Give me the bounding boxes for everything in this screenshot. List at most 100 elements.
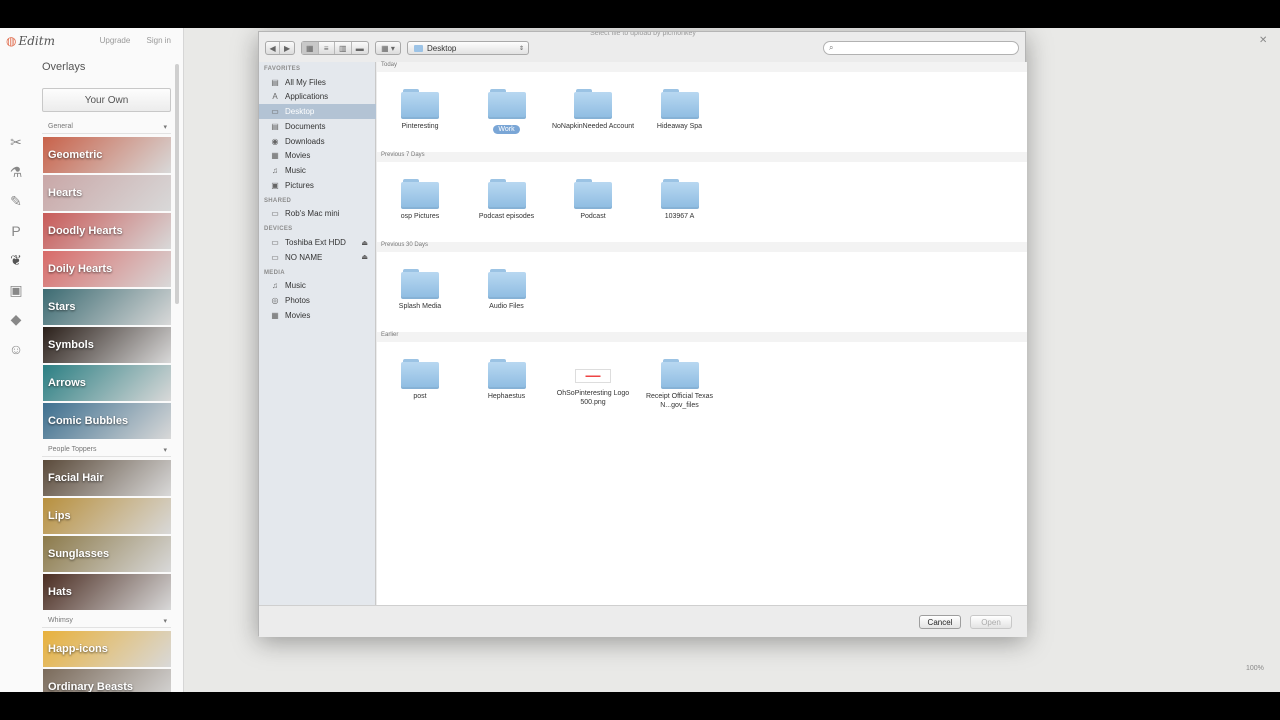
close-icon[interactable]: ✕ bbox=[1259, 35, 1267, 46]
coverflow-view-icon[interactable]: ▬ bbox=[352, 42, 368, 54]
search-field[interactable]: ⌕ bbox=[823, 41, 1019, 55]
location-label: Desktop bbox=[427, 43, 457, 53]
overlay-label: Facial Hair bbox=[48, 472, 104, 484]
sidebar-item-movies[interactable]: ▦ Movies bbox=[259, 308, 376, 323]
overlay-tile-doily-hearts[interactable]: Doily Hearts bbox=[43, 251, 171, 287]
textures-tool-icon[interactable]: ◆ bbox=[0, 305, 32, 335]
overlay-label: Doodly Hearts bbox=[48, 225, 123, 237]
file-item-work[interactable]: Work bbox=[464, 89, 550, 134]
arrange-grid-icon[interactable]: ▦ ▾ bbox=[376, 42, 400, 54]
file-item-hephaestus[interactable]: Hephaestus bbox=[464, 359, 550, 401]
folder-icon bbox=[660, 359, 699, 389]
sidebar-item-no-name[interactable]: ▭ NO NAME ⏏ bbox=[259, 250, 376, 265]
overlay-tile-sunglasses[interactable]: Sunglasses bbox=[43, 536, 171, 572]
sidebar-item-movies[interactable]: ▦ Movies bbox=[259, 149, 376, 164]
crop-tool-icon[interactable]: ✂ bbox=[0, 128, 32, 158]
file-item-audio-files[interactable]: Audio Files bbox=[464, 269, 550, 311]
sidebar-section-header: MEDIA bbox=[264, 269, 285, 276]
overlay-label: Happ-icons bbox=[48, 643, 108, 655]
app-logo[interactable]: ◍ Editm bbox=[6, 34, 55, 48]
scroll-thumb[interactable] bbox=[175, 64, 179, 304]
forward-arrow-icon[interactable]: ▶ bbox=[280, 42, 294, 54]
frames-tool-icon[interactable]: ▣ bbox=[0, 276, 32, 306]
sidebar-item-label: Applications bbox=[285, 92, 329, 102]
touchup-tool-icon[interactable]: ✎ bbox=[0, 187, 32, 217]
chevron-down-icon: ▾ bbox=[163, 123, 167, 131]
file-item-podcast[interactable]: Podcast bbox=[550, 179, 636, 221]
open-button[interactable]: Open bbox=[970, 615, 1012, 629]
sidebar-item-label: Music bbox=[285, 281, 306, 291]
sidebar-item-music[interactable]: ♫ Music bbox=[259, 279, 376, 294]
your-own-button[interactable]: Your Own bbox=[42, 88, 171, 112]
themes-tool-icon[interactable]: ☺ bbox=[0, 335, 32, 365]
category-general[interactable]: General ▾ bbox=[42, 120, 171, 134]
file-item-osp-pictures[interactable]: osp Pictures bbox=[377, 179, 463, 221]
overlay-scrollbar[interactable] bbox=[174, 64, 180, 686]
zoom-level: 100% bbox=[1246, 665, 1264, 672]
file-item-pinteresting[interactable]: Pinteresting bbox=[377, 89, 463, 131]
category-whimsy[interactable]: Whimsy ▾ bbox=[42, 614, 171, 628]
overlay-tile-doodly-hearts[interactable]: Doodly Hearts bbox=[43, 213, 171, 249]
file-item-ohsopinteresting-logo-500-png[interactable]: ▬▬▬ OhSoPinteresting Logo 500.png bbox=[550, 359, 636, 407]
file-item-nonapkinneeded-account[interactable]: NoNapkinNeeded Account bbox=[550, 89, 636, 131]
overlay-label: Comic Bubbles bbox=[48, 415, 129, 427]
text-tool-icon[interactable]: P bbox=[0, 217, 32, 247]
overlays-tool-icon[interactable]: ❦ bbox=[0, 246, 32, 276]
file-item-post[interactable]: post bbox=[377, 359, 463, 401]
overlay-tile-hearts[interactable]: Hearts bbox=[43, 175, 171, 211]
overlay-label: Sunglasses bbox=[48, 548, 110, 560]
effects-tool-icon[interactable]: ⚗ bbox=[0, 158, 32, 188]
sidebar-item-applications[interactable]: A Applications bbox=[259, 90, 376, 105]
sidebar-item-pictures[interactable]: ▣ Pictures bbox=[259, 178, 376, 193]
sidebar-item-toshiba-ext-hdd[interactable]: ▭ Toshiba Ext HDD ⏏ bbox=[259, 235, 376, 250]
overlay-tile-happ-icons[interactable]: Happ-icons bbox=[43, 631, 171, 667]
file-item-label: OhSoPinteresting Logo 500.png bbox=[556, 390, 630, 406]
folder-icon bbox=[487, 359, 526, 389]
file-item-103967-a[interactable]: 103967 A bbox=[637, 179, 723, 221]
file-item-label: Podcast episodes bbox=[478, 213, 535, 220]
file-item-receipt-official-texas-n-gov-files[interactable]: Receipt Official Texas N...gov_files bbox=[637, 359, 723, 410]
editor-panel: ◍ Editm Upgrade Sign in Overlays ✂ ⚗ ✎ P … bbox=[0, 28, 184, 692]
column-view-icon[interactable]: ▥ bbox=[335, 42, 352, 54]
overlay-tile-hats[interactable]: Hats bbox=[43, 574, 171, 610]
icon-view-icon[interactable]: ▦ bbox=[302, 42, 319, 54]
sidebar-item-desktop[interactable]: ▭ Desktop bbox=[259, 104, 376, 119]
signin-link[interactable]: Sign in bbox=[147, 36, 171, 45]
video-letterbox-top bbox=[0, 0, 1280, 28]
downloads-icon: ◉ bbox=[271, 136, 279, 146]
overlay-tile-comic-bubbles[interactable]: Comic Bubbles bbox=[43, 403, 171, 439]
overlay-tile-arrows[interactable]: Arrows bbox=[43, 365, 171, 401]
overlay-tile-geometric[interactable]: Geometric bbox=[43, 137, 171, 173]
overlay-tile-ordinary-beasts[interactable]: Ordinary Beasts bbox=[43, 669, 171, 692]
overlay-tile-stars[interactable]: Stars bbox=[43, 289, 171, 325]
eject-icon[interactable]: ⏏ bbox=[361, 239, 368, 247]
view-mode-buttons: ▦ ≡ ▥ ▬ bbox=[301, 41, 369, 55]
location-popup[interactable]: Desktop ⇕ bbox=[407, 41, 529, 55]
sidebar-item-photos[interactable]: ◎ Photos bbox=[259, 293, 376, 308]
file-item-splash-media[interactable]: Splash Media bbox=[377, 269, 463, 311]
cancel-button[interactable]: Cancel bbox=[919, 615, 961, 629]
sidebar-item-label: All My Files bbox=[285, 77, 326, 87]
sidebar-item-rob-s-mac-mini[interactable]: ▭ Rob's Mac mini bbox=[259, 207, 376, 222]
upgrade-link[interactable]: Upgrade bbox=[100, 36, 131, 45]
list-view-icon[interactable]: ≡ bbox=[319, 42, 335, 54]
folder-icon bbox=[401, 179, 439, 209]
eject-icon[interactable]: ⏏ bbox=[361, 253, 368, 261]
file-item-podcast-episodes[interactable]: Podcast episodes bbox=[464, 179, 550, 221]
sidebar-item-label: Movies bbox=[285, 310, 311, 320]
file-item-label: Hideaway Spa bbox=[656, 123, 703, 130]
file-item-hideaway-spa[interactable]: Hideaway Spa bbox=[637, 89, 723, 131]
movies-icon: ▦ bbox=[271, 151, 279, 161]
sidebar-item-documents[interactable]: ▤ Documents bbox=[259, 119, 376, 134]
back-arrow-icon[interactable]: ◀ bbox=[266, 42, 281, 54]
overlay-tile-lips[interactable]: Lips bbox=[43, 498, 171, 534]
search-icon: ⌕ bbox=[829, 43, 834, 52]
category-label: Whimsy bbox=[48, 617, 73, 624]
category-people-toppers[interactable]: People Toppers ▾ bbox=[42, 443, 171, 457]
sidebar-section-header: SHARED bbox=[264, 197, 292, 204]
overlay-tile-facial-hair[interactable]: Facial Hair bbox=[43, 460, 171, 496]
sidebar-item-downloads[interactable]: ◉ Downloads bbox=[259, 134, 376, 149]
overlay-tile-symbols[interactable]: Symbols bbox=[43, 327, 171, 363]
sidebar-item-all-my-files[interactable]: ▤ All My Files bbox=[259, 75, 376, 90]
sidebar-item-music[interactable]: ♫ Music bbox=[259, 163, 376, 178]
